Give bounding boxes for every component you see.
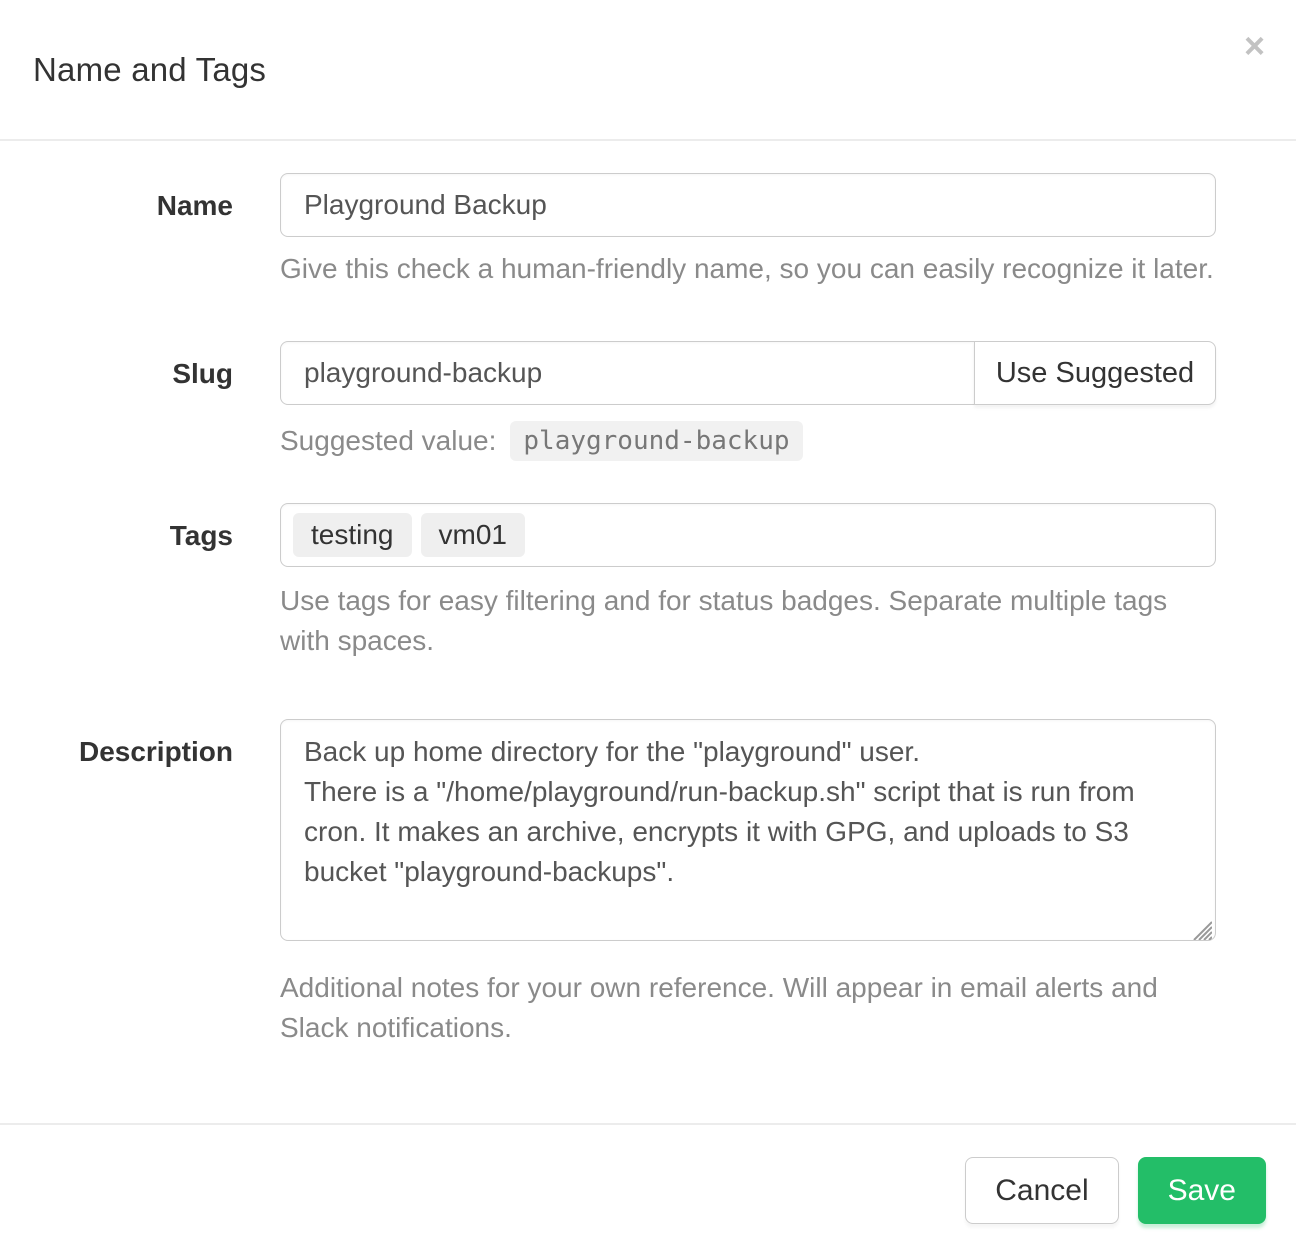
slug-label: Slug xyxy=(32,341,233,391)
tag-chip[interactable]: vm01 xyxy=(421,513,525,557)
slug-row: Slug Use Suggested Suggested value: play… xyxy=(32,341,1264,461)
slug-input[interactable] xyxy=(280,341,975,405)
use-suggested-button[interactable]: Use Suggested xyxy=(974,341,1216,405)
name-row: Name Give this check a human-friendly na… xyxy=(32,173,1264,289)
description-row: Description Back up home directory for t… xyxy=(32,719,1264,1048)
tags-input[interactable]: testing vm01 xyxy=(280,503,1216,567)
name-and-tags-dialog: Name and Tags × Name Give this check a h… xyxy=(0,0,1296,1254)
tag-chip[interactable]: testing xyxy=(293,513,412,557)
save-button[interactable]: Save xyxy=(1138,1157,1266,1224)
slug-field-group: Use Suggested Suggested value: playgroun… xyxy=(280,341,1216,461)
tags-field-group: testing vm01 Use tags for easy filtering… xyxy=(280,503,1216,661)
dialog-footer: Cancel Save xyxy=(0,1123,1296,1254)
description-textarea-wrap: Back up home directory for the "playgrou… xyxy=(280,719,1216,946)
dialog-title: Name and Tags xyxy=(33,51,266,89)
slug-input-group: Use Suggested xyxy=(280,341,1216,405)
close-icon[interactable]: × xyxy=(1244,28,1265,64)
tags-help-text: Use tags for easy filtering and for stat… xyxy=(280,581,1216,661)
description-help-text: Additional notes for your own reference.… xyxy=(280,968,1216,1048)
tags-row: Tags testing vm01 Use tags for easy filt… xyxy=(32,503,1264,661)
description-field-group: Back up home directory for the "playgrou… xyxy=(280,719,1216,1048)
description-label: Description xyxy=(32,719,233,769)
description-textarea[interactable]: Back up home directory for the "playgrou… xyxy=(280,719,1216,941)
name-help-text: Give this check a human-friendly name, s… xyxy=(280,249,1216,289)
name-input[interactable] xyxy=(280,173,1216,237)
suggested-value-label: Suggested value: xyxy=(280,425,496,457)
name-label: Name xyxy=(32,173,233,223)
suggested-value-line: Suggested value: playground-backup xyxy=(280,421,1216,461)
cancel-button[interactable]: Cancel xyxy=(965,1157,1118,1224)
suggested-value-code: playground-backup xyxy=(510,421,802,461)
dialog-body: Name Give this check a human-friendly na… xyxy=(0,141,1296,1123)
tags-label: Tags xyxy=(32,503,233,553)
name-field-group: Give this check a human-friendly name, s… xyxy=(280,173,1216,289)
dialog-header: Name and Tags × xyxy=(0,0,1296,141)
